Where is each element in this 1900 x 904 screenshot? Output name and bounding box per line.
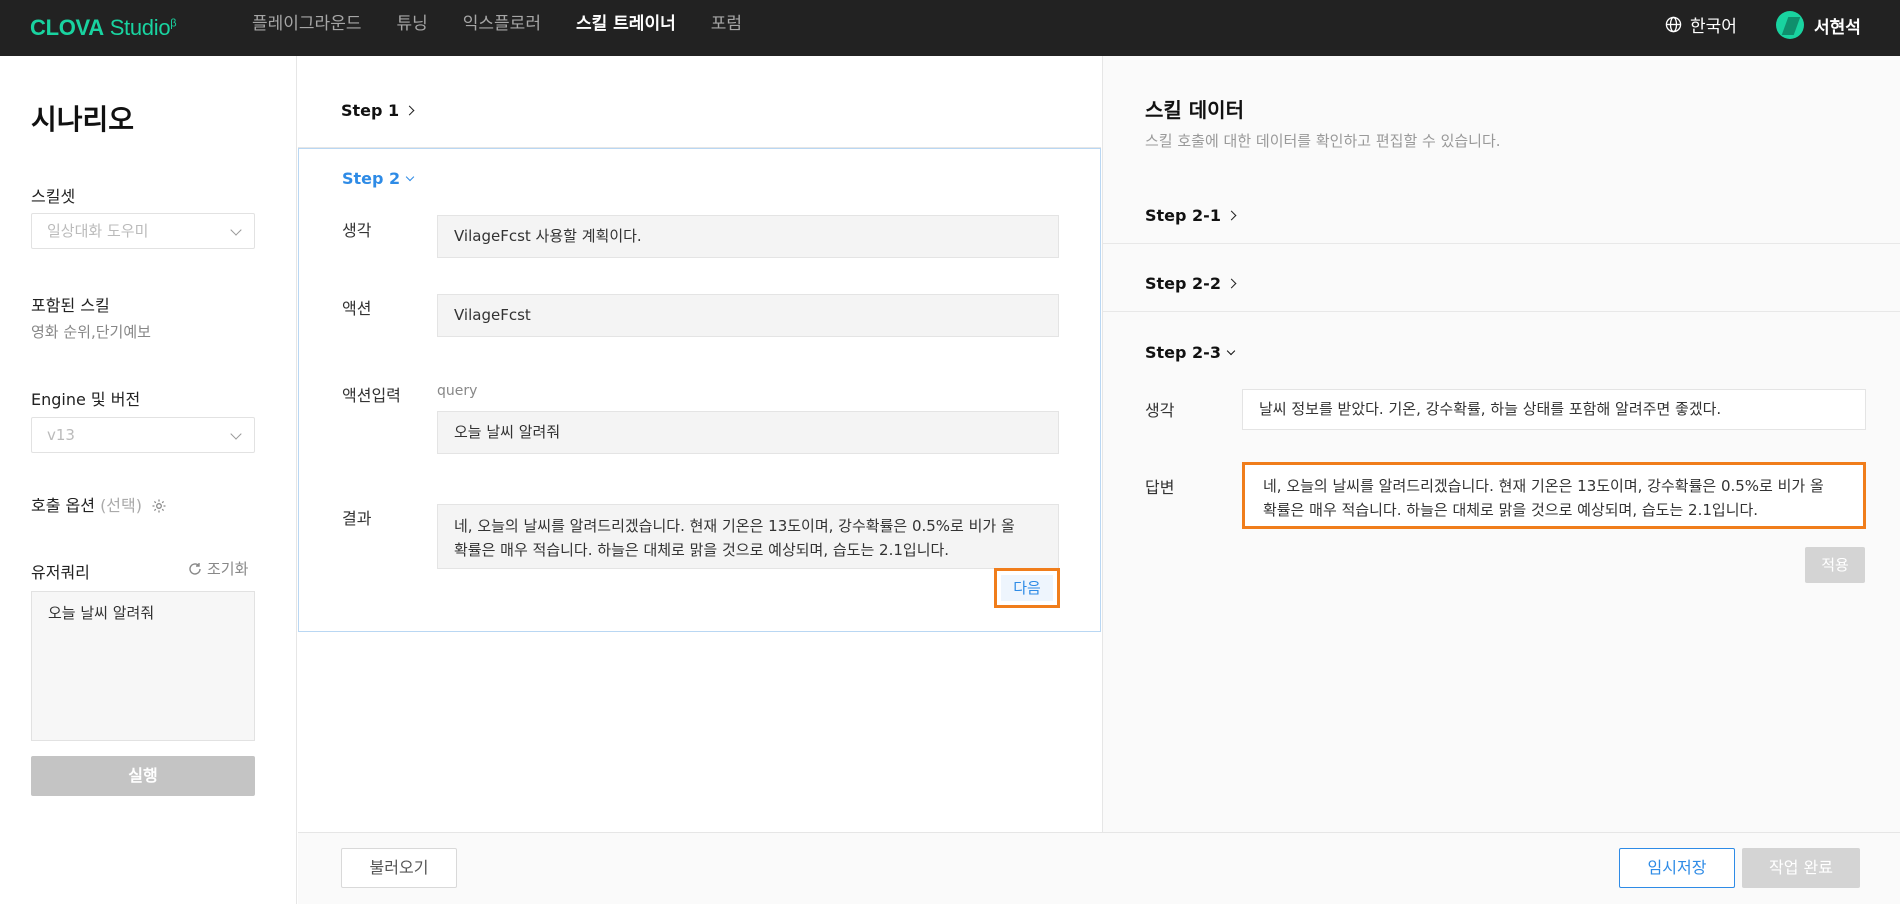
step-1-title: Step 1	[341, 101, 400, 120]
scenario-sidebar: 시나리오 스킬셋 일상대화 도우미 포함된 스킬 영화 순위,단기예보 Engi…	[0, 56, 297, 904]
load-button[interactable]: 불러오기	[341, 848, 457, 888]
step-2-2-title: Step 2-2	[1145, 274, 1221, 293]
step-2-2-section: Step 2-2	[1103, 244, 1900, 312]
language-label: 한국어	[1690, 17, 1737, 37]
temp-save-button[interactable]: 임시저장	[1619, 848, 1735, 888]
thought-field[interactable]: VilageFcst 사용할 계획이다.	[437, 215, 1059, 258]
engine-value: v13	[47, 426, 75, 444]
chevron-down-icon	[230, 224, 242, 236]
step-2-3-header[interactable]: Step 2-3	[1145, 343, 1236, 362]
nav-tuning[interactable]: 튜닝	[396, 0, 427, 56]
included-skills-value: 영화 순위,단기예보	[31, 323, 151, 341]
answer-line-1: 네, 오늘의 날씨를 알려드리겠습니다. 현재 기온은 13도이며, 강수확률은…	[1263, 477, 1824, 495]
thought-field[interactable]: 날씨 정보를 받았다. 기온, 강수확률, 하늘 상태를 포함해 알려주면 좋겠…	[1242, 389, 1866, 430]
language-selector[interactable]: 한국어	[1665, 12, 1737, 37]
apply-button[interactable]: 적용	[1805, 547, 1865, 583]
step-2-2-header[interactable]: Step 2-2	[1145, 274, 1237, 293]
nav-forum[interactable]: 포럼	[711, 0, 742, 56]
thought-label: 생각	[1145, 401, 1175, 420]
engine-label: Engine 및 버전	[31, 390, 141, 409]
bottom-action-bar: 불러오기 임시저장 작업 완료	[298, 832, 1900, 904]
skill-data-title: 스킬 데이터	[1145, 98, 1244, 122]
step-1-section: Step 1	[298, 56, 1101, 148]
action-input-label: 액션입력	[342, 386, 401, 405]
step-2-header[interactable]: Step 2	[342, 169, 415, 188]
answer-label: 답변	[1145, 478, 1175, 497]
globe-icon	[1665, 16, 1682, 33]
refresh-icon	[189, 562, 201, 575]
clova-studio-logo[interactable]: CLOVA Studioβ	[30, 15, 177, 41]
complete-button[interactable]: 작업 완료	[1742, 848, 1860, 888]
user-name: 서현석	[1814, 17, 1861, 38]
sidebar-title: 시나리오	[31, 103, 135, 136]
skillset-select[interactable]: 일상대화 도우미	[31, 213, 255, 249]
result-field[interactable]: 네, 오늘의 날씨를 알려드리겠습니다. 현재 기온은 13도이며, 강수확률은…	[437, 504, 1059, 569]
run-button[interactable]: 실행	[31, 756, 255, 796]
user-query-input[interactable]: 오늘 날씨 알려줘	[31, 591, 255, 741]
nav-skill-trainer[interactable]: 스킬 트레이너	[576, 0, 676, 56]
action-label: 액션	[342, 299, 372, 318]
next-button-label: 다음	[1001, 575, 1053, 601]
step-2-section: Step 2 생각 VilageFcst 사용할 계획이다. 액션 Vilage…	[298, 148, 1101, 632]
steps-panel: Step 1 Step 2 생각 VilageFcst 사용할 계획이다. 액션…	[298, 56, 1101, 832]
step-2-1-section: Step 2-1	[1103, 176, 1900, 244]
skillset-value: 일상대화 도우미	[47, 222, 149, 240]
step-2-1-header[interactable]: Step 2-1	[1145, 206, 1237, 225]
action-field[interactable]: VilageFcst	[437, 294, 1059, 337]
engine-select[interactable]: v13	[31, 417, 255, 453]
chevron-right-icon	[404, 105, 415, 116]
reset-button[interactable]: 조기화	[188, 558, 248, 579]
next-button[interactable]: 다음	[994, 568, 1060, 608]
chevron-down-icon	[230, 428, 242, 440]
gear-icon[interactable]	[151, 498, 167, 514]
step-2-3-title: Step 2-3	[1145, 343, 1221, 362]
top-navigation-bar: CLOVA Studioβ 플레이그라운드 튜닝 익스플로러 스킬 트레이너 포…	[0, 0, 1900, 56]
result-line-1: 네, 오늘의 날씨를 알려드리겠습니다. 현재 기온은 13도이며, 강수확률은…	[454, 517, 1015, 535]
result-label: 결과	[342, 509, 372, 528]
main-nav: 플레이그라운드 튜닝 익스플로러 스킬 트레이너 포럼	[252, 0, 777, 56]
answer-field[interactable]: 네, 오늘의 날씨를 알려드리겠습니다. 현재 기온은 13도이며, 강수확률은…	[1242, 462, 1866, 529]
thought-label: 생각	[342, 221, 372, 240]
user-query-label: 유저쿼리	[31, 563, 90, 582]
user-menu[interactable]: 서현석	[1776, 11, 1861, 39]
step-2-1-title: Step 2-1	[1145, 206, 1221, 225]
chevron-right-icon	[1226, 278, 1237, 289]
answer-line-2: 확률은 매우 적습니다. 하늘은 대체로 맑을 것으로 예상되며, 습도는 2.…	[1263, 501, 1759, 519]
call-options-optional: (선택)	[100, 496, 142, 515]
nav-playground[interactable]: 플레이그라운드	[252, 0, 361, 56]
action-input-hint: query	[437, 383, 478, 399]
step-1-header[interactable]: Step 1	[341, 101, 415, 120]
action-input-field[interactable]: 오늘 날씨 알려줘	[437, 411, 1059, 454]
result-line-2: 확률은 매우 적습니다. 하늘은 대체로 맑을 것으로 예상되며, 습도는 2.…	[454, 541, 950, 559]
included-skills-label: 포함된 스킬	[31, 296, 110, 315]
chevron-down-icon	[405, 172, 415, 181]
call-options-toggle[interactable]: 호출 옵션 (선택)	[31, 492, 167, 516]
chevron-down-icon	[1226, 346, 1236, 355]
chevron-right-icon	[1226, 210, 1237, 221]
avatar	[1776, 11, 1804, 39]
step-2-title: Step 2	[342, 169, 401, 188]
nav-explorer[interactable]: 익스플로러	[463, 0, 541, 56]
call-options-label: 호출 옵션	[31, 496, 95, 515]
skill-data-subtitle: 스킬 호출에 대한 데이터를 확인하고 편집할 수 있습니다.	[1145, 132, 1501, 150]
reset-label: 조기화	[207, 560, 249, 578]
skillset-label: 스킬셋	[31, 187, 76, 206]
skill-data-panel: 스킬 데이터 스킬 호출에 대한 데이터를 확인하고 편집할 수 있습니다. S…	[1102, 56, 1900, 832]
